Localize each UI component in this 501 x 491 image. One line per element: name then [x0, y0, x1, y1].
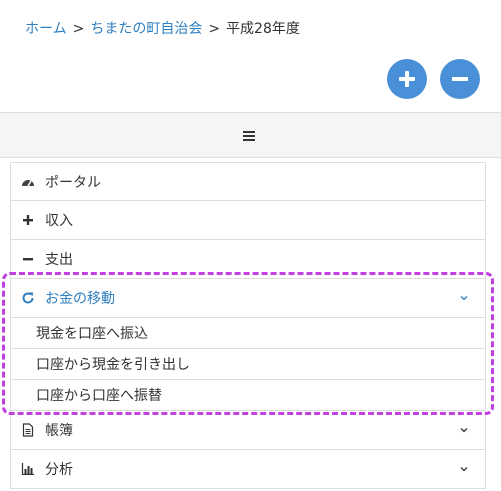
chevron-down-icon: [460, 296, 468, 301]
nav-label: お金の移動: [45, 291, 115, 307]
nav-item-income[interactable]: 収入: [10, 201, 486, 240]
plus-icon: [399, 71, 415, 87]
nav-label: ポータル: [45, 174, 101, 191]
nav-label: 収入: [45, 213, 73, 229]
nav-item-ledger[interactable]: 帳簿: [10, 411, 486, 450]
document-icon: [22, 423, 34, 437]
nav-item-portal[interactable]: ポータル: [10, 162, 486, 201]
nav-item-expense[interactable]: 支出: [10, 240, 486, 279]
nav-item-transfer[interactable]: お金の移動: [10, 279, 486, 318]
nav-label: 帳簿: [45, 423, 73, 439]
plus-icon: [23, 215, 33, 225]
breadcrumb-association-link[interactable]: ちまたの町自治会: [90, 21, 202, 37]
chevron-down-icon: [460, 428, 468, 433]
breadcrumb-home-link[interactable]: ホーム: [25, 21, 67, 37]
nav-label: 分析: [45, 462, 73, 478]
chevron-down-icon: [460, 467, 468, 472]
breadcrumb-separator: >: [72, 21, 85, 37]
nav-label: 支出: [45, 252, 73, 268]
side-nav: ポータル 収入 支出 お金の移動 現金を口座へ振込 口座から現金を引き出し 口座…: [10, 162, 486, 489]
nav-subitem-account-to-account[interactable]: 口座から口座へ振替: [10, 380, 486, 411]
zoom-in-button[interactable]: [387, 59, 427, 99]
nav-subitem-withdraw-cash[interactable]: 口座から現金を引き出し: [10, 349, 486, 380]
dashboard-icon: [22, 179, 34, 186]
refresh-icon: [22, 292, 34, 304]
zoom-out-button[interactable]: [440, 59, 480, 99]
bar-chart-icon: [21, 463, 34, 475]
menu-bar: [0, 112, 501, 158]
breadcrumb: ホーム > ちまたの町自治会 > 平成28年度: [25, 19, 300, 39]
minus-icon: [452, 77, 468, 81]
nav-subitem-cash-to-account[interactable]: 現金を口座へ振込: [10, 318, 486, 349]
hamburger-icon[interactable]: [239, 128, 259, 144]
breadcrumb-separator: >: [208, 21, 221, 37]
breadcrumb-current: 平成28年度: [226, 21, 300, 37]
minus-icon: [23, 258, 33, 261]
nav-item-analysis[interactable]: 分析: [10, 450, 486, 489]
